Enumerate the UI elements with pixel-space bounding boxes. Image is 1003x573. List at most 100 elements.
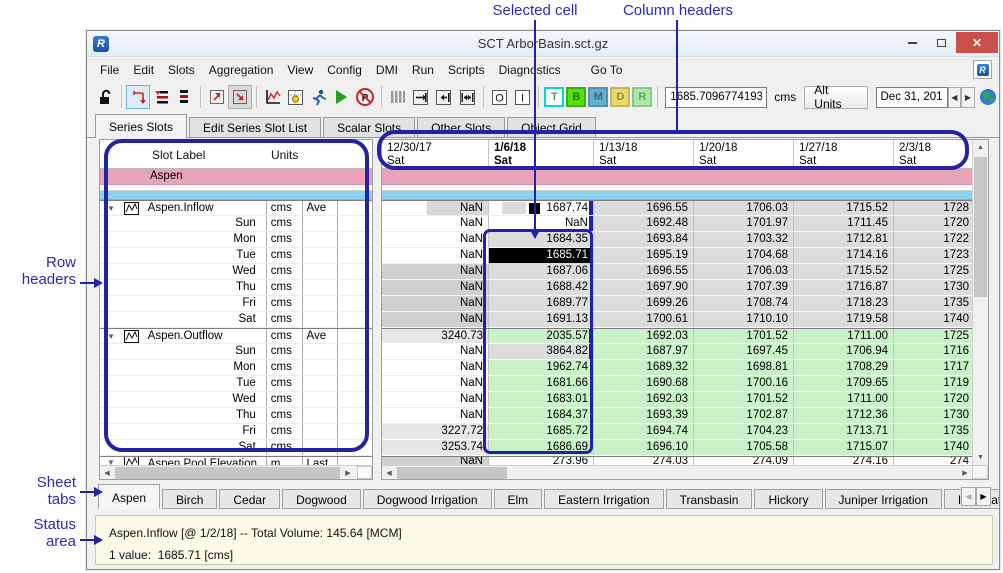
riverware-corner-button[interactable]: R [973,60,992,79]
menu-diagnostics[interactable]: Diagnostics [492,60,568,80]
cell[interactable]: 1711.00 [794,392,894,408]
cell[interactable]: 1692.48 [594,216,694,232]
sheet-tab-cedar[interactable]: Cedar [219,489,280,509]
cell[interactable]: 1730 [894,280,974,296]
vertical-scroll-thumb[interactable] [974,157,987,297]
cell[interactable]: 1704.68 [694,248,794,264]
cell[interactable]: 1740 [894,440,974,456]
day-row-header[interactable]: Wedcms [100,392,372,408]
sheet-tab-hickory[interactable]: Hickory [754,489,822,509]
slot-row-header[interactable]: ▼Aspen.OutflowcmsAve [100,328,372,344]
cell[interactable]: 1712.81 [794,232,894,248]
input-flag-button[interactable]: I [511,85,534,109]
day-row-header[interactable]: Satcms [100,440,372,456]
cell[interactable]: 1713.71 [794,424,894,440]
column-header-1-27-18[interactable]: 1/27/18Sat [794,140,894,168]
menu-file[interactable]: File [93,60,126,80]
sheet-tab-birch[interactable]: Birch [162,489,217,509]
cell[interactable]: NaN [382,344,489,360]
cell[interactable]: 1728 [894,201,974,216]
cell[interactable]: 1709.65 [794,376,894,392]
cell[interactable]: 1687.06 [489,264,594,280]
cell[interactable]: 1740 [894,312,974,328]
cell[interactable]: NaN [489,216,594,232]
cell[interactable]: 1684.37 [489,408,594,424]
cell[interactable]: 1712.36 [794,408,894,424]
cell[interactable]: 1730 [894,408,974,424]
menu-config[interactable]: Config [320,60,369,80]
cell[interactable]: 1722 [894,232,974,248]
cell[interactable]: 3253.74 [382,440,489,456]
slot-plot-icon[interactable] [122,329,146,343]
cell[interactable]: 1708.29 [794,360,894,376]
scroll-up-icon[interactable]: ▲ [973,140,988,155]
fit-column-button[interactable] [409,85,432,109]
cell[interactable]: 1720 [894,392,974,408]
sheet-tab-dogwood-irrigation[interactable]: Dogwood Irrigation [363,489,492,509]
horizontal-scroll-thumb[interactable] [397,467,507,479]
cell[interactable]: NaN [382,216,489,232]
flag-button-r[interactable]: R [632,87,652,107]
cell[interactable]: 3227.72 [382,424,489,440]
cell[interactable]: 1686.69 [489,440,594,456]
day-row-header[interactable]: Wedcms [100,264,372,280]
maximize-button[interactable] [927,32,956,53]
flag-button-d[interactable]: D [610,87,630,107]
day-row-header[interactable]: Fricms [100,296,372,312]
cell[interactable]: 1685.71 [489,248,594,264]
cell[interactable]: NaN [382,408,489,424]
cell[interactable]: NaN [382,392,489,408]
cell[interactable]: 1700.16 [694,376,794,392]
cell[interactable]: 1704.23 [694,424,794,440]
cell[interactable]: NaN [382,264,489,280]
date-next-button[interactable]: ▶ [961,87,975,108]
column-header-1-6-18[interactable]: 1/6/18Sat [489,140,594,168]
flag-button-t[interactable]: T [544,87,564,107]
attach-view-button[interactable] [228,85,251,109]
cell[interactable]: 1706.03 [694,201,794,216]
lock-edits-button[interactable] [94,85,117,109]
title-bar[interactable]: R SCT ArborBasin.sct.gz ✕ [87,31,999,57]
cell[interactable]: 1723 [894,248,974,264]
cell[interactable]: NaN [382,360,489,376]
pause-run-button[interactable]: P [354,85,377,109]
menu-run[interactable]: Run [405,60,441,80]
cell[interactable]: 1719.58 [794,312,894,328]
cell[interactable]: 1684.35 [489,232,594,248]
cell[interactable]: 1694.74 [594,424,694,440]
cell[interactable]: NaN [382,248,489,264]
cell[interactable]: NaN [382,312,489,328]
day-row-header[interactable]: Tuecms [100,376,372,392]
sheet-tab-elm[interactable]: Elm [494,489,543,509]
fit-visible-columns-button[interactable] [432,85,455,109]
cell[interactable]: 1691.13 [489,312,594,328]
cell[interactable]: 1735 [894,424,974,440]
cell[interactable]: 1718.23 [794,296,894,312]
cell[interactable]: 1683.01 [489,392,594,408]
vertical-scrollbar[interactable]: ▲ ▼ [972,140,988,465]
cell[interactable]: 1697.90 [594,280,694,296]
sheet-tab-dogwood[interactable]: Dogwood [282,489,361,509]
cell[interactable]: 1687.97 [594,344,694,360]
column-header-1-13-18[interactable]: 1/13/18Sat [594,140,694,168]
cell[interactable]: 1701.97 [694,216,794,232]
cell[interactable]: 1701.52 [694,392,794,408]
day-row-header[interactable]: Tuecms [100,248,372,264]
cell[interactable]: 1705.58 [694,440,794,456]
cell[interactable]: 1735 [894,296,974,312]
cell[interactable]: 1692.03 [594,392,694,408]
group-row-header[interactable]: Aspen [100,169,372,185]
cell[interactable]: NaN [382,280,489,296]
start-run-button[interactable] [330,85,353,109]
day-row-header[interactable]: Suncms [100,344,372,360]
cell[interactable]: 1690.68 [594,376,694,392]
cell[interactable]: 1711.45 [794,216,894,232]
column-header-12-30-17[interactable]: 12/30/17Sat [382,140,489,168]
cell[interactable]: 1716 [894,344,974,360]
aggregate-rows-button[interactable] [150,85,173,109]
flag-button-m[interactable]: M [588,87,608,107]
flag-button-b[interactable]: B [566,87,586,107]
cell[interactable]: 1714.16 [794,248,894,264]
scroll-right-icon[interactable]: ▶ [341,466,355,479]
tab-object-grid[interactable]: Object Grid [507,117,596,137]
